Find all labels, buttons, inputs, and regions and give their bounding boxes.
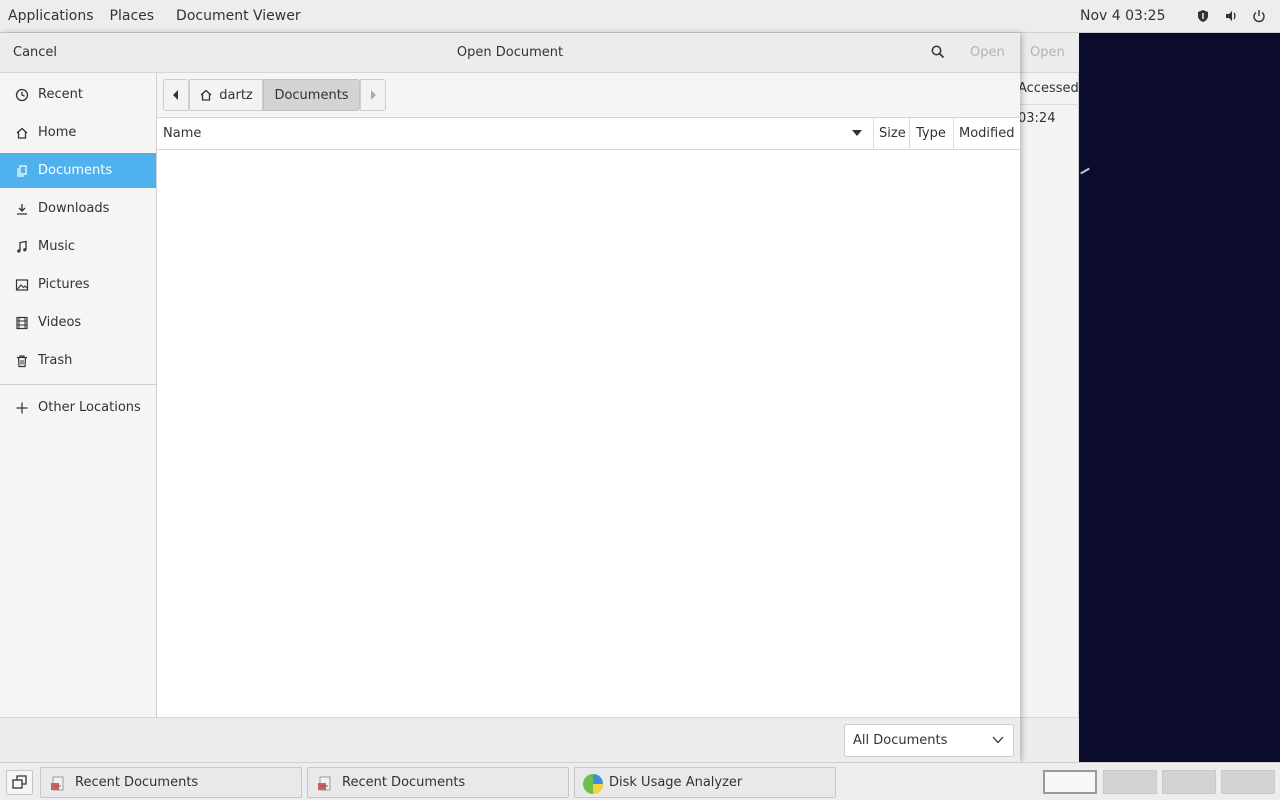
path-documents-button[interactable]: Documents xyxy=(263,79,360,111)
disk-usage-analyzer-icon xyxy=(583,774,603,794)
sidebar-item-pictures[interactable]: Pictures xyxy=(0,267,156,302)
chevron-down-icon xyxy=(992,736,1004,744)
sidebar-divider xyxy=(0,384,156,385)
column-header-row: Name Size Type Modified xyxy=(157,118,1020,150)
task-label: Recent Documents xyxy=(342,775,466,790)
sidebar-item-videos[interactable]: Videos xyxy=(0,305,156,340)
background-open-button: Open xyxy=(1030,45,1065,60)
accessed-time: 03:24 xyxy=(1018,111,1056,126)
cancel-button[interactable]: Cancel xyxy=(13,45,57,60)
clock[interactable]: Nov 4 03:25 xyxy=(1080,0,1165,33)
path-current-label: Documents xyxy=(274,87,349,103)
pictures-icon xyxy=(15,278,29,291)
workspace-4[interactable] xyxy=(1221,770,1275,794)
sidebar-item-home[interactable]: Home xyxy=(0,115,156,150)
search-icon[interactable] xyxy=(930,44,946,60)
sidebar-item-label: Other Locations xyxy=(38,400,141,415)
task-recent-documents-1[interactable]: Recent Documents xyxy=(40,767,302,798)
shield-icon[interactable] xyxy=(1196,9,1210,23)
type-column-header[interactable]: Type xyxy=(909,118,953,149)
download-icon xyxy=(17,203,27,215)
file-list[interactable]: Name Size Type Modified xyxy=(157,118,1020,717)
task-label: Disk Usage Analyzer xyxy=(609,775,743,790)
chevron-right-icon xyxy=(371,90,376,100)
open-document-dialog: Open Document Cancel Open Recent Home Do… xyxy=(0,33,1020,762)
plus-icon xyxy=(16,402,28,413)
open-button[interactable]: Open xyxy=(970,45,1005,60)
volume-icon[interactable] xyxy=(1224,9,1238,23)
path-home-label: dartz xyxy=(219,87,253,103)
chevron-left-icon xyxy=(173,90,178,100)
show-desktop-button[interactable] xyxy=(6,770,33,795)
power-icon[interactable] xyxy=(1252,9,1266,23)
home-icon xyxy=(16,127,28,139)
sidebar-item-downloads[interactable]: Downloads xyxy=(0,191,156,226)
sidebar-item-label: Videos xyxy=(38,315,82,330)
file-filter-dropdown[interactable]: All Documents xyxy=(844,724,1014,757)
applications-menu[interactable]: Applications xyxy=(0,0,102,33)
dialog-header: Open Document Cancel Open xyxy=(0,33,1020,73)
size-column-header[interactable]: Size xyxy=(873,118,909,149)
accessed-column-header: Accessed xyxy=(1018,81,1079,96)
sidebar-item-label: Trash xyxy=(38,353,73,368)
path-home-button[interactable]: dartz xyxy=(189,79,263,111)
modified-column-header[interactable]: Modified xyxy=(953,118,1020,149)
sort-descending-icon[interactable] xyxy=(851,129,863,137)
path-back-button[interactable] xyxy=(163,79,189,111)
dialog-title: Open Document xyxy=(456,45,564,60)
name-column-header[interactable]: Name xyxy=(163,118,201,149)
workspace-2[interactable] xyxy=(1103,770,1157,794)
sidebar-item-label: Downloads xyxy=(38,201,110,216)
bottom-panel: Recent Documents Recent Documents Disk U… xyxy=(0,762,1280,800)
desktop-decoration xyxy=(1080,167,1090,175)
file-filter-value: All Documents xyxy=(853,733,948,748)
dialog-footer: All Documents xyxy=(0,717,1020,762)
places-menu[interactable]: Places xyxy=(102,0,163,33)
task-disk-usage-analyzer[interactable]: Disk Usage Analyzer xyxy=(574,767,836,798)
document-viewer-icon xyxy=(318,776,331,791)
sidebar-item-documents[interactable]: Documents xyxy=(0,153,156,188)
path-forward-button[interactable] xyxy=(360,79,386,111)
music-icon xyxy=(17,240,27,253)
sidebar-item-other-locations[interactable]: Other Locations xyxy=(0,390,156,425)
workspace-1[interactable] xyxy=(1043,770,1097,794)
sidebar-item-label: Recent xyxy=(38,87,83,102)
sidebar-item-label: Documents xyxy=(38,163,113,178)
top-panel: Applications Places Document Viewer Nov … xyxy=(0,0,1280,33)
sidebar-item-label: Music xyxy=(38,239,75,254)
sidebar-item-trash[interactable]: Trash xyxy=(0,343,156,378)
sidebar-item-label: Home xyxy=(38,125,77,140)
app-menu[interactable]: Document Viewer xyxy=(168,0,309,33)
home-icon xyxy=(200,89,212,101)
documents-icon xyxy=(17,164,27,177)
document-viewer-icon xyxy=(51,776,64,791)
clock-icon xyxy=(15,88,29,101)
trash-icon xyxy=(17,354,27,367)
windows-icon xyxy=(12,775,27,789)
sidebar-item-label: Pictures xyxy=(38,277,90,292)
sidebar-item-music[interactable]: Music xyxy=(0,229,156,264)
places-sidebar: Recent Home Documents Downloads Music Pi… xyxy=(0,73,157,717)
task-recent-documents-2[interactable]: Recent Documents xyxy=(307,767,569,798)
videos-icon xyxy=(16,316,28,329)
sidebar-item-recent[interactable]: Recent xyxy=(0,77,156,112)
workspace-3[interactable] xyxy=(1162,770,1216,794)
path-bar: dartz Documents xyxy=(157,73,1020,118)
task-label: Recent Documents xyxy=(75,775,199,790)
